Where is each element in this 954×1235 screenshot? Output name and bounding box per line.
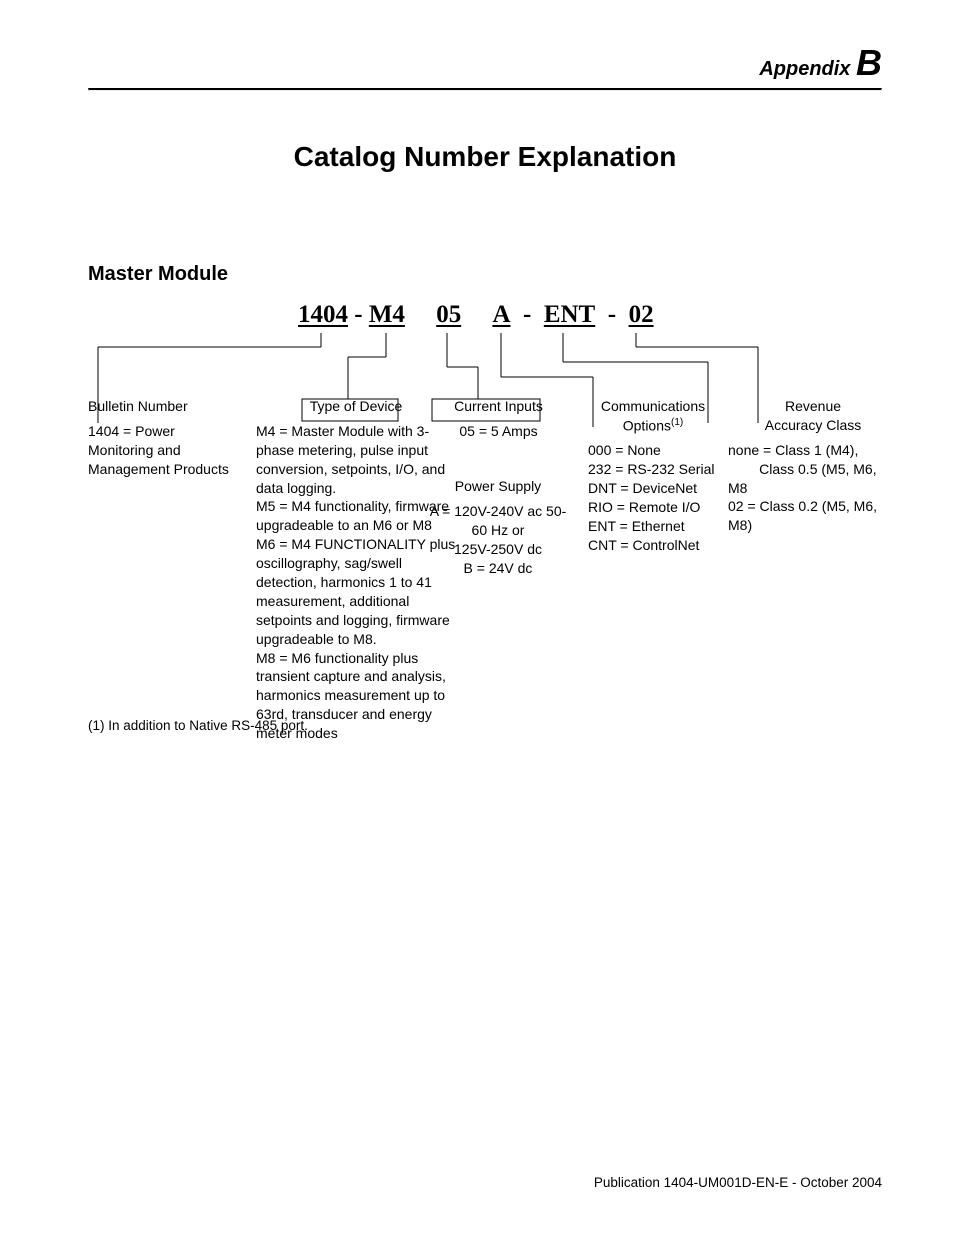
page-title: Catalog Number Explanation	[88, 141, 882, 173]
seg-power: A	[492, 301, 510, 328]
col-power: Power Supply A = 120V-240V ac 50-60 Hz o…	[428, 477, 568, 577]
appendix-letter: B	[856, 42, 882, 83]
col-power-body: A = 120V-240V ac 50-60 Hz or 125V-250V d…	[430, 503, 567, 576]
col-device-head: Type of Device	[256, 397, 456, 416]
section-title: Master Module	[88, 263, 882, 286]
col-current-body: 05 = 5 Amps	[459, 423, 537, 439]
header-rule	[88, 88, 882, 91]
col-comm: Communications Options(1) 000 = None 232…	[588, 397, 718, 555]
col-revenue: Revenue Accuracy Class none = Class 1 (M…	[728, 397, 898, 535]
col-bulletin-body: 1404 = Power Monitoring and Management P…	[88, 423, 229, 477]
footnote: (1) In addition to Native RS-485 port.	[88, 718, 308, 733]
col-device: Type of Device M4 = Master Module with 3…	[256, 397, 456, 743]
col-device-body: M4 = Master Module with 3-phase metering…	[256, 423, 455, 741]
col-revenue-body: none = Class 1 (M4), Class 0.5 (M5, M6, …	[728, 442, 877, 534]
seg-current: 05	[436, 301, 461, 328]
seg-bulletin: 1404	[298, 301, 348, 328]
catalog-number: 1404 - M4 05 A - ENT - 02	[298, 301, 654, 329]
seg-rev: 02	[629, 301, 654, 328]
seg-device: M4	[369, 301, 405, 328]
appendix-label: Appendix	[759, 58, 850, 80]
col-comm-body: 000 = None 232 = RS-232 Serial DNT = Dev…	[588, 442, 714, 552]
col-comm-head: Communications Options(1)	[588, 397, 718, 435]
col-power-head: Power Supply	[428, 477, 568, 496]
appendix-heading: Appendix B	[88, 42, 882, 88]
col-bulletin: Bulletin Number 1404 = Power Monitoring …	[88, 397, 238, 479]
col-revenue-head: Revenue Accuracy Class	[728, 397, 898, 435]
col-bulletin-head: Bulletin Number	[88, 397, 238, 416]
publication-line: Publication 1404-UM001D-EN-E - October 2…	[594, 1175, 882, 1190]
col-current: Current Inputs 05 = 5 Amps	[436, 397, 561, 441]
catalog-diagram: 1404 - M4 05 A - ENT - 02	[88, 301, 882, 701]
seg-comm: ENT	[544, 301, 595, 328]
col-current-head: Current Inputs	[436, 397, 561, 416]
